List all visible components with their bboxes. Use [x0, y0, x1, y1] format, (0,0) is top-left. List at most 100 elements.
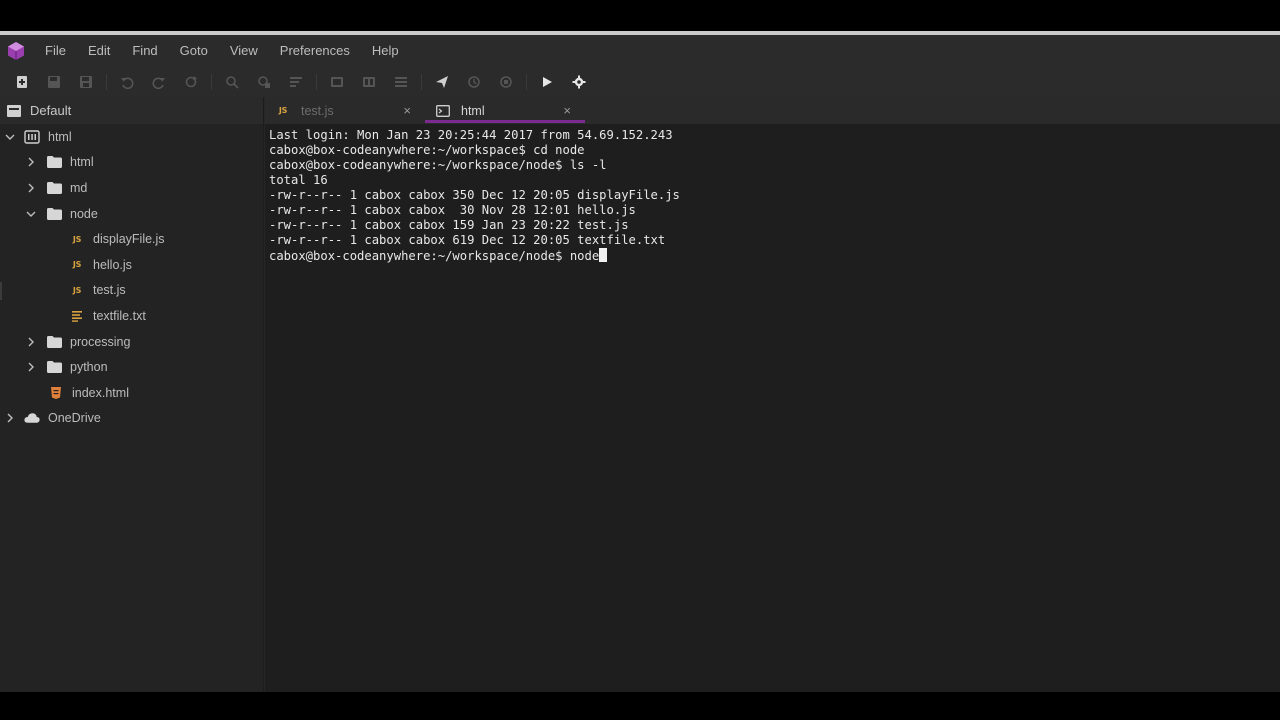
tree-item-file-test-js[interactable]: JS test.js — [0, 278, 263, 304]
file-explorer-sidebar: Default html html md node JS displayFile… — [0, 97, 264, 692]
tree-item-folder-node[interactable]: node — [0, 201, 263, 227]
tree-label: html — [48, 129, 72, 144]
toolbar — [0, 67, 1280, 97]
menu-bar: File Edit Find Goto View Preferences Hel… — [0, 35, 1280, 67]
tree-label: displayFile.js — [93, 232, 165, 247]
chevron-down-icon[interactable] — [25, 208, 37, 220]
cloud-icon — [24, 411, 40, 425]
menu-file[interactable]: File — [38, 35, 77, 67]
split-horizontal-icon[interactable] — [361, 74, 377, 90]
save-icon[interactable] — [46, 74, 62, 90]
workspace-selector[interactable]: Default — [0, 97, 263, 124]
deploy-icon[interactable] — [434, 74, 450, 90]
project-icon — [24, 130, 40, 144]
chevron-right-icon[interactable] — [25, 182, 37, 194]
save-all-icon[interactable] — [78, 74, 94, 90]
folder-icon — [46, 335, 62, 349]
tab-label: test.js — [301, 103, 334, 118]
tree-label: index.html — [72, 385, 129, 400]
terminal-line: -rw-r--r-- 1 cabox cabox 30 Nov 28 12:01… — [269, 203, 636, 217]
wrap-icon[interactable] — [288, 74, 304, 90]
share-icon[interactable] — [498, 74, 514, 90]
gear-icon[interactable] — [571, 74, 587, 90]
tree-label: python — [70, 360, 108, 375]
chevron-right-icon[interactable] — [25, 361, 37, 373]
replace-icon[interactable] — [256, 74, 272, 90]
folder-icon — [46, 181, 62, 195]
tree-label: hello.js — [93, 257, 132, 272]
terminal-cursor — [599, 248, 608, 262]
tree-item-file-textfile-txt[interactable]: textfile.txt — [0, 303, 263, 329]
editor-tab-bar: JS test.js × html × — [265, 97, 1280, 124]
html-file-icon — [48, 386, 64, 400]
toolbar-separator — [526, 74, 527, 90]
chevron-right-icon[interactable] — [4, 412, 16, 424]
menu-view[interactable]: View — [219, 35, 269, 67]
tree-item-folder-html[interactable]: html — [0, 150, 263, 176]
run-icon[interactable] — [539, 74, 555, 90]
tree-label: node — [70, 206, 98, 221]
terminal-line: cabox@box-codeanywhere:~/workspace$ cd n… — [269, 143, 585, 157]
menu-goto[interactable]: Goto — [169, 35, 219, 67]
letterbox-top — [0, 0, 1280, 31]
terminal-prompt-line[interactable]: cabox@box-codeanywhere:~/workspace/node$… — [269, 248, 1280, 264]
chevron-right-icon[interactable] — [25, 336, 37, 348]
codeanywhere-logo-icon — [8, 42, 24, 60]
tree-item-file-hello-js[interactable]: JS hello.js — [0, 252, 263, 278]
toolbar-separator — [106, 74, 107, 90]
terminal-line: -rw-r--r-- 1 cabox cabox 619 Dec 12 20:0… — [269, 233, 666, 247]
js-file-icon: JS — [72, 285, 82, 295]
drive-icon — [7, 104, 21, 117]
toolbar-separator — [211, 74, 212, 90]
tree-label: textfile.txt — [93, 308, 146, 323]
close-icon[interactable]: × — [403, 103, 411, 118]
file-tree: html html md node JS displayFile.js JS h… — [0, 124, 263, 431]
terminal-line: Last login: Mon Jan 23 20:25:44 2017 fro… — [269, 128, 673, 142]
terminal-line: -rw-r--r-- 1 cabox cabox 159 Jan 23 20:2… — [269, 218, 629, 232]
text-file-icon — [69, 309, 85, 323]
search-icon[interactable] — [224, 74, 240, 90]
selection-marker — [0, 281, 2, 300]
tree-item-folder-python[interactable]: python — [0, 354, 263, 380]
tree-item-file-displayfile-js[interactable]: JS displayFile.js — [0, 226, 263, 252]
tree-item-folder-processing[interactable]: processing — [0, 329, 263, 355]
redo-icon[interactable] — [151, 74, 167, 90]
tab-html-terminal[interactable]: html × — [425, 97, 585, 124]
tree-label: OneDrive — [48, 411, 101, 426]
chevron-right-icon[interactable] — [25, 156, 37, 168]
tree-label: md — [70, 180, 88, 195]
menu-find[interactable]: Find — [121, 35, 168, 67]
tree-label: test.js — [93, 283, 126, 298]
tree-label: html — [70, 155, 94, 170]
refresh-icon[interactable] — [183, 74, 199, 90]
menu-help[interactable]: Help — [361, 35, 410, 67]
menu-edit[interactable]: Edit — [77, 35, 121, 67]
folder-icon — [46, 360, 62, 374]
js-file-icon: JS — [278, 106, 288, 115]
folder-open-icon — [46, 207, 62, 221]
tree-item-folder-md[interactable]: md — [0, 175, 263, 201]
terminal-line: total 16 — [269, 173, 328, 187]
terminal-line: cabox@box-codeanywhere:~/workspace/node$… — [269, 158, 607, 172]
terminal-prompt-text: cabox@box-codeanywhere:~/workspace/node$… — [269, 249, 600, 263]
new-file-icon[interactable] — [14, 74, 30, 90]
layout-icon[interactable] — [393, 74, 409, 90]
workspace-name: Default — [30, 103, 72, 118]
tab-test-js[interactable]: JS test.js × — [265, 97, 425, 124]
history-icon[interactable] — [466, 74, 482, 90]
undo-icon[interactable] — [119, 74, 135, 90]
tree-item-onedrive[interactable]: OneDrive — [0, 406, 263, 432]
close-icon[interactable]: × — [563, 103, 571, 118]
tree-label: processing — [70, 334, 131, 349]
terminal-line: -rw-r--r-- 1 cabox cabox 350 Dec 12 20:0… — [269, 188, 680, 202]
js-file-icon: JS — [72, 260, 82, 270]
toolbar-separator — [316, 74, 317, 90]
tree-item-project-html[interactable]: html — [0, 124, 263, 150]
split-vertical-icon[interactable] — [329, 74, 345, 90]
chevron-down-icon[interactable] — [4, 131, 16, 143]
folder-icon — [46, 155, 62, 169]
menu-preferences[interactable]: Preferences — [269, 35, 361, 67]
tab-label: html — [461, 103, 485, 118]
tree-item-file-index-html[interactable]: index.html — [0, 380, 263, 406]
terminal-panel[interactable]: Last login: Mon Jan 23 20:25:44 2017 fro… — [265, 124, 1280, 692]
